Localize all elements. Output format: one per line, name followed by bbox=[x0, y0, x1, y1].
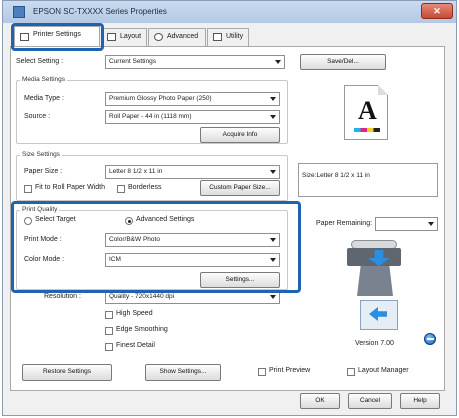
paper-size-value: Letter 8 1/2 x 11 in bbox=[109, 168, 163, 175]
tab-layout[interactable]: Layout bbox=[101, 28, 147, 46]
gear-icon bbox=[154, 33, 163, 41]
print-preview-checkbox[interactable] bbox=[258, 368, 266, 376]
cancel-button[interactable]: Cancel bbox=[348, 393, 392, 409]
layout-manager-label: Layout Manager bbox=[358, 367, 409, 374]
source-combo[interactable]: Roll Paper - 44 in (1118 mm) bbox=[105, 110, 280, 124]
print-preview-label: Print Preview bbox=[269, 367, 311, 374]
logo-bar bbox=[426, 338, 434, 340]
close-button[interactable]: ✕ bbox=[421, 3, 453, 19]
acquire-info-button[interactable]: Acquire Info bbox=[200, 127, 280, 143]
media-type-value: Premium Glossy Photo Paper (250) bbox=[109, 95, 212, 102]
window-title: EPSON SC-TXXXX Series Properties bbox=[33, 7, 167, 16]
layout-manager-checkbox[interactable] bbox=[347, 368, 355, 376]
printer-icon bbox=[347, 248, 401, 266]
paper-size-combo[interactable]: Letter 8 1/2 x 11 in bbox=[105, 165, 280, 179]
chevron-down-icon bbox=[428, 222, 434, 226]
select-setting-label: Select Setting : bbox=[16, 58, 64, 65]
ok-button[interactable]: OK bbox=[300, 393, 340, 409]
edge-smoothing-label: Edge Smoothing bbox=[116, 326, 168, 333]
paper-remaining-label: Paper Remaining: bbox=[316, 220, 373, 227]
high-speed-checkbox[interactable] bbox=[105, 311, 113, 319]
size-info-box: Size:Letter 8 1/2 x 11 in bbox=[298, 163, 438, 197]
chevron-down-icon bbox=[270, 115, 276, 119]
paper-letter: A bbox=[358, 96, 377, 125]
tab-label: Advanced bbox=[167, 33, 199, 40]
edge-smoothing-checkbox[interactable] bbox=[105, 327, 113, 335]
custom-paper-size-button[interactable]: Custom Paper Size... bbox=[200, 180, 280, 196]
utility-icon bbox=[213, 33, 222, 41]
media-type-combo[interactable]: Premium Glossy Photo Paper (250) bbox=[105, 92, 280, 106]
paper-size-label: Paper Size : bbox=[24, 168, 63, 175]
finest-detail-label: Finest Detail bbox=[116, 342, 155, 349]
size-settings-title: Size Settings bbox=[20, 151, 62, 158]
show-settings-button[interactable]: Show Settings... bbox=[145, 364, 221, 381]
paper-remaining-combo[interactable] bbox=[375, 217, 438, 231]
media-settings-title: Media Settings bbox=[20, 76, 67, 83]
borderless-checkbox[interactable] bbox=[117, 185, 125, 193]
select-setting-combo[interactable]: Current Settings bbox=[105, 55, 285, 69]
chevron-down-icon bbox=[275, 60, 281, 64]
tab-label: Utility bbox=[226, 33, 244, 40]
chevron-down-icon bbox=[270, 170, 276, 174]
printer-stand-icon bbox=[357, 266, 393, 296]
tab-utility[interactable]: Utility bbox=[207, 28, 249, 46]
chevron-down-icon bbox=[270, 295, 276, 299]
restore-settings-button[interactable]: Restore Settings bbox=[22, 364, 112, 381]
help-button[interactable]: Help bbox=[400, 393, 440, 409]
printer-app-icon bbox=[13, 6, 25, 18]
paper-fold-icon bbox=[378, 85, 388, 95]
source-label: Source : bbox=[24, 113, 51, 120]
borderless-label: Borderless bbox=[128, 184, 162, 191]
highlight-print-quality bbox=[11, 201, 301, 293]
ink-colors-strip bbox=[354, 128, 380, 132]
chevron-down-icon bbox=[270, 97, 276, 101]
highlight-printer-settings-tab bbox=[11, 23, 104, 51]
tab-label: Layout bbox=[120, 33, 142, 40]
media-type-label: Media Type : bbox=[24, 95, 64, 102]
high-speed-label: High Speed bbox=[116, 310, 153, 317]
resolution-label: Resolution : bbox=[44, 293, 81, 300]
page-icon bbox=[107, 33, 116, 41]
save-del-button[interactable]: Save/Del... bbox=[300, 54, 386, 70]
fit-to-roll-label: Fit to Roll Paper Width bbox=[35, 184, 106, 191]
source-value: Roll Paper - 44 in (1118 mm) bbox=[109, 113, 192, 120]
finest-detail-checkbox[interactable] bbox=[105, 343, 113, 351]
resolution-value: Quality - 720x1440 dpi bbox=[109, 293, 175, 300]
tab-advanced[interactable]: Advanced bbox=[148, 28, 206, 46]
version-label: Version 7.00 bbox=[355, 340, 394, 347]
title-bar[interactable]: EPSON SC-TXXXX Series Properties ✕ bbox=[3, 1, 456, 23]
select-setting-value: Current Settings bbox=[109, 58, 156, 65]
fit-to-roll-checkbox[interactable] bbox=[24, 185, 32, 193]
